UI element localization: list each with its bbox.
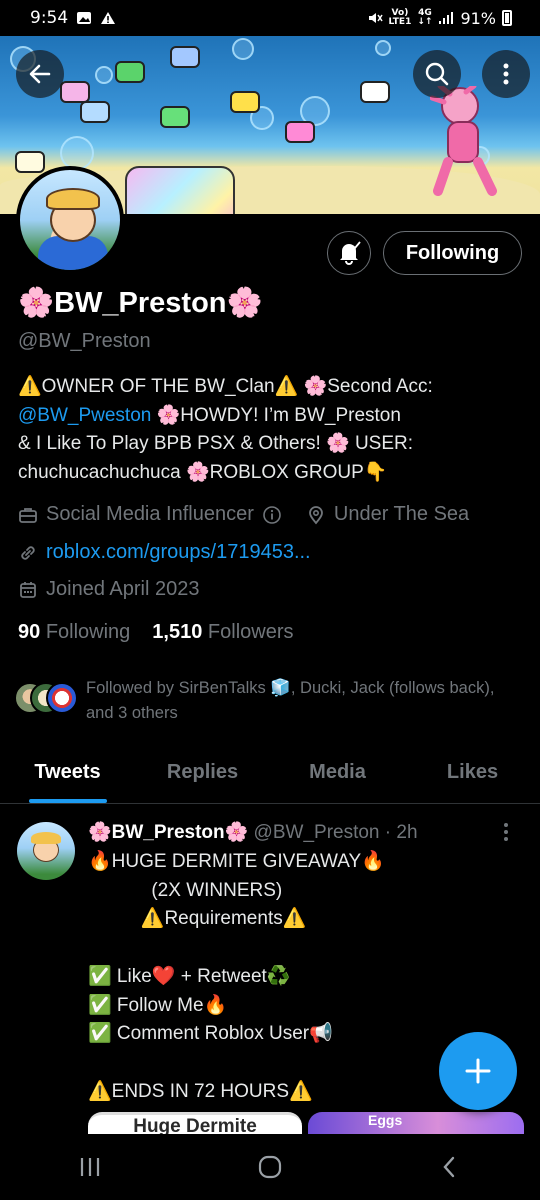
gallery-icon xyxy=(77,12,92,24)
briefcase-icon xyxy=(19,507,37,523)
followed-by-row[interactable]: Followed by SirBenTalks 🧊, Ducki, Jack (… xyxy=(14,676,506,725)
calendar-icon xyxy=(20,581,36,598)
home-icon[interactable] xyxy=(257,1154,283,1180)
battery-percent: 91% xyxy=(460,8,496,28)
tweet-author-name[interactable]: 🌸BW_Preston🌸 xyxy=(88,822,248,843)
network-label: Vo) LTE1 xyxy=(388,8,412,27)
recent-apps-icon[interactable] xyxy=(77,1155,103,1179)
location-pin-icon xyxy=(308,505,323,524)
compose-tweet-button[interactable] xyxy=(439,1032,517,1110)
mute-icon xyxy=(368,13,383,23)
link-icon xyxy=(21,545,35,560)
profile-website-row: roblox.com/groups/1719453... xyxy=(18,541,311,564)
tab-replies[interactable]: Replies xyxy=(135,746,270,803)
vertical-dots-icon xyxy=(504,823,508,841)
tweet-image-right[interactable]: Eggs xyxy=(308,1112,524,1134)
profile-joined-date: Joined April 2023 xyxy=(46,578,200,600)
profile-joined-row: Joined April 2023 xyxy=(18,578,199,601)
battery-icon xyxy=(502,10,512,26)
tab-tweets[interactable]: Tweets xyxy=(0,746,135,803)
warning-icon xyxy=(101,12,116,24)
tweet-header: 🌸BW_Preston🌸 @BW_Preston · 2h xyxy=(88,820,418,844)
profile-category: Social Media Influencer xyxy=(46,503,254,525)
banner-character-image xyxy=(430,86,497,196)
followers-count-link[interactable]: 1,510 Followers xyxy=(152,621,293,644)
profile-meta-category-location: Social Media Influencer Under The Sea xyxy=(18,503,469,526)
profile-location: Under The Sea xyxy=(333,503,470,525)
back-nav-icon[interactable] xyxy=(437,1154,463,1180)
tweet-media[interactable]: Huge Dermite Eggs xyxy=(88,1112,524,1134)
info-icon[interactable] xyxy=(262,505,282,525)
following-button[interactable]: Following xyxy=(383,231,522,275)
following-count-link[interactable]: 90 Following xyxy=(18,621,130,644)
bio-mention-link[interactable]: @BW_Pweston xyxy=(18,405,151,426)
more-options-button[interactable] xyxy=(482,50,530,98)
vertical-dots-icon xyxy=(503,63,509,85)
tweet-image-left[interactable]: Huge Dermite xyxy=(88,1112,302,1134)
profile-avatar[interactable] xyxy=(16,166,124,274)
tab-media[interactable]: Media xyxy=(270,746,405,803)
tweet-author-avatar[interactable] xyxy=(17,822,75,880)
profile-bio: ⚠️OWNER OF THE BW_Clan⚠️ 🌸Second Acc: @B… xyxy=(18,376,433,483)
profile-tabs: Tweets Replies Media Likes xyxy=(0,746,540,804)
tab-likes[interactable]: Likes xyxy=(405,746,540,803)
search-icon xyxy=(425,62,449,86)
tweet-author-meta: @BW_Preston · 2h xyxy=(248,822,418,843)
display-name: 🌸BW_Preston🌸 xyxy=(18,287,263,319)
network-type: 4G ↓↑ xyxy=(417,8,433,27)
status-time: 9:54 xyxy=(30,8,69,28)
follow-counts: 90 Following 1,510 Followers xyxy=(18,621,294,644)
back-arrow-icon xyxy=(29,64,51,84)
profile-website-link[interactable]: roblox.com/groups/1719453... xyxy=(46,541,311,564)
back-button[interactable] xyxy=(16,50,64,98)
system-navigation-bar xyxy=(0,1134,540,1200)
profile-handle: @BW_Preston xyxy=(18,330,151,352)
notifications-bell-button[interactable] xyxy=(327,231,371,275)
signal-icon xyxy=(439,12,454,24)
search-button[interactable] xyxy=(413,50,461,98)
plus-icon xyxy=(465,1058,491,1084)
tweet-more-button[interactable] xyxy=(503,822,509,842)
followed-by-text: Followed by SirBenTalks 🧊, Ducki, Jack (… xyxy=(86,679,495,722)
avatar xyxy=(46,682,78,714)
status-bar: 9:54 Vo) LTE1 4G ↓↑ 91% xyxy=(0,0,540,36)
bell-check-icon xyxy=(340,241,361,265)
follower-avatars xyxy=(14,676,82,716)
